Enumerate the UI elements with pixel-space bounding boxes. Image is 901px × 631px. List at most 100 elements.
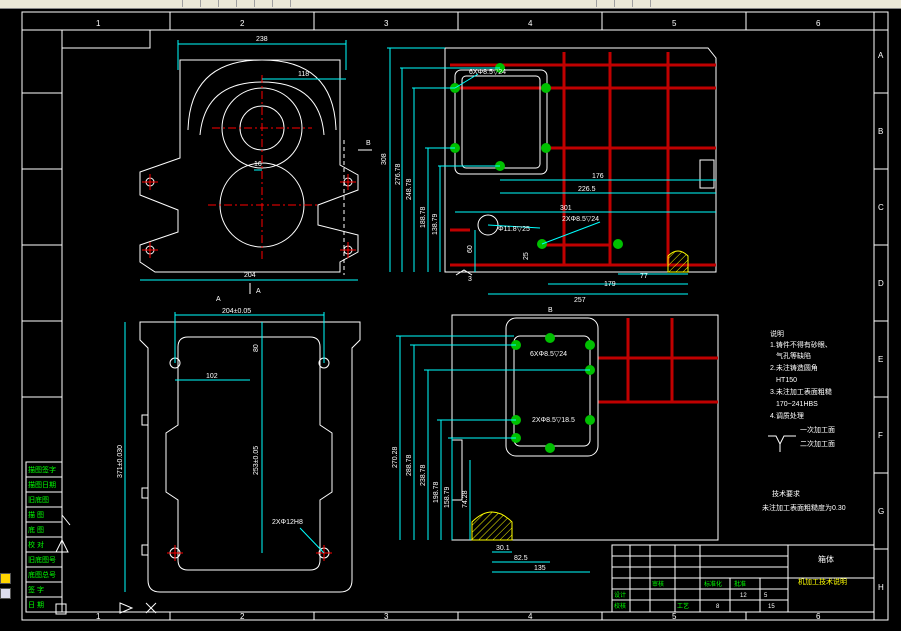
dim-label: 25 — [523, 252, 530, 260]
toolbar-button[interactable] — [614, 0, 625, 7]
rev-cell: 底 图 — [28, 525, 44, 534]
note-line: 1.铸件不得有砂眼、 — [770, 340, 832, 349]
toolbar-button[interactable] — [200, 0, 211, 7]
tech-notes: 说明 1.铸件不得有砂眼、 气孔等缺陷 2.未注铸造圆角 HT150 3.未注加… — [762, 329, 846, 512]
legend-text: 一次加工面 — [800, 425, 835, 434]
row-label: D — [878, 279, 884, 288]
dim-label: 30.1 — [496, 545, 510, 552]
note-line: 170~241HBS — [776, 401, 818, 408]
hole-mark — [585, 415, 595, 425]
dim-label: 60 — [467, 245, 474, 253]
hole-note: 6XΦ8.5▽24 — [469, 69, 506, 76]
scale-cell: 5 — [764, 593, 768, 599]
note-line: HT150 — [776, 377, 797, 384]
drawing-name: 箱体 — [818, 554, 834, 564]
legend-text: 二次加工面 — [800, 439, 835, 448]
dim-label: 204 — [244, 272, 256, 279]
dim-label: 238.78 — [420, 464, 427, 486]
toolbar-button[interactable] — [236, 0, 247, 7]
note-line: 气孔等缺陷 — [776, 351, 811, 360]
col-label: 5 — [672, 612, 677, 621]
toolbar-button[interactable] — [632, 0, 643, 7]
drawing-canvas[interactable]: 1 2 3 4 5 6 1 2 3 4 5 6 A B C D E F G H — [0, 8, 901, 623]
dim-label: 248.78 — [406, 178, 413, 200]
dim-label: 204±0.05 — [222, 308, 251, 315]
revision-table: 描图签字 描图日期 旧底图 描 图 底 图 校 对 旧底图号 底图总号 签 字 … — [25, 461, 63, 613]
toolbar-button[interactable] — [596, 0, 607, 7]
dim-label: 226.5 — [578, 186, 596, 193]
note-line: 4.调质处理 — [770, 411, 804, 420]
row-label: E — [878, 355, 883, 364]
view-section-b: B 6XΦ8.5▽24 2XΦ8.5▽18.5 270.28 288.78 23… — [392, 307, 719, 573]
notes-title: 说明 — [770, 329, 784, 338]
col-label: 4 — [528, 612, 533, 621]
rev-cell: 旧底图 — [28, 495, 49, 504]
dim-label: 138.79 — [432, 213, 439, 235]
row-label: A — [878, 51, 884, 60]
rev-cell: 旧底图号 — [28, 555, 56, 564]
dim-label: 135 — [534, 565, 546, 572]
col-label: 1 — [96, 612, 101, 621]
col-label: 2 — [240, 612, 245, 621]
note-line: 3.未注加工表面粗糙 — [770, 387, 832, 396]
req-title: 技术要求 — [772, 489, 800, 498]
hole-mark — [541, 83, 551, 93]
dim-label: 253±0.05 — [253, 446, 260, 475]
note-line: 2.未注铸造圆角 — [770, 363, 818, 372]
scale-cell: 15 — [768, 604, 775, 610]
title-cell: 工艺 — [677, 602, 689, 610]
dim-label: 179 — [604, 281, 616, 288]
row-label: H — [878, 583, 884, 592]
rev-cell: 底图总号 — [28, 570, 56, 579]
toolbar-button[interactable] — [650, 0, 661, 7]
toolbar-button[interactable] — [182, 0, 193, 7]
section-label: A — [216, 296, 221, 303]
toolbar-button[interactable] — [272, 0, 283, 7]
section-label: 3 — [468, 276, 472, 283]
hole-mark — [585, 340, 595, 350]
hole-note: Φ11.8▽25 — [498, 226, 530, 233]
col-label: 1 — [96, 19, 101, 28]
dim-label: 74.28 — [462, 490, 469, 508]
dim-label: 257 — [574, 297, 586, 304]
section-label: B — [548, 307, 553, 314]
rev-cell: 描 图 — [28, 510, 44, 519]
dim-label: 301 — [560, 205, 572, 212]
col-label: 2 — [240, 19, 245, 28]
dim-label: 118 — [298, 71, 309, 78]
toolbar-button[interactable] — [218, 0, 229, 7]
title-cell: 设计 — [614, 591, 626, 599]
dim-label: 80 — [253, 344, 260, 352]
row-label: C — [878, 203, 884, 212]
row-label: F — [878, 431, 883, 440]
dim-label: 16 — [254, 161, 262, 168]
row-label: G — [878, 507, 884, 516]
section-label: A — [256, 288, 261, 295]
dim-label: 276.78 — [395, 163, 402, 185]
col-label: 6 — [816, 612, 821, 621]
title-block: 设计 校核 审核 工艺 标准化 批准 8 12 5 15 箱体 机加工技术说明 — [611, 544, 875, 613]
dim-label: 77 — [640, 273, 648, 280]
dim-label: 176 — [592, 173, 604, 180]
rev-cell: 日 期 — [28, 601, 44, 609]
dim-label: 308 — [381, 153, 388, 165]
dim-label: 371±0.030 — [117, 445, 124, 478]
col-label: 4 — [528, 19, 533, 28]
hole-mark — [541, 143, 551, 153]
col-label: 3 — [384, 612, 389, 621]
view-top: 204±0.05 80 102 371±0.030 253±0.05 2XΦ12… — [117, 308, 361, 593]
rev-cell: 描图日期 — [28, 480, 56, 489]
req-text: 未注加工表面粗糙度为0.30 — [762, 503, 846, 512]
view-front: 238 118 16 204 A A B — [139, 36, 372, 303]
dim-label: 198.78 — [433, 481, 440, 503]
toolbar-button[interactable] — [290, 0, 301, 7]
toolbar-button[interactable] — [254, 0, 265, 7]
hole-mark — [545, 333, 555, 343]
rev-cell: 描图签字 — [28, 465, 56, 474]
dim-label: 82.5 — [514, 555, 528, 562]
dim-label: 270.28 — [392, 446, 399, 468]
col-label: 3 — [384, 19, 389, 28]
title-cell: 校核 — [614, 602, 626, 610]
hole-note: 6XΦ8.5▽24 — [530, 351, 567, 358]
drawing-subtitle: 机加工技术说明 — [798, 577, 847, 586]
